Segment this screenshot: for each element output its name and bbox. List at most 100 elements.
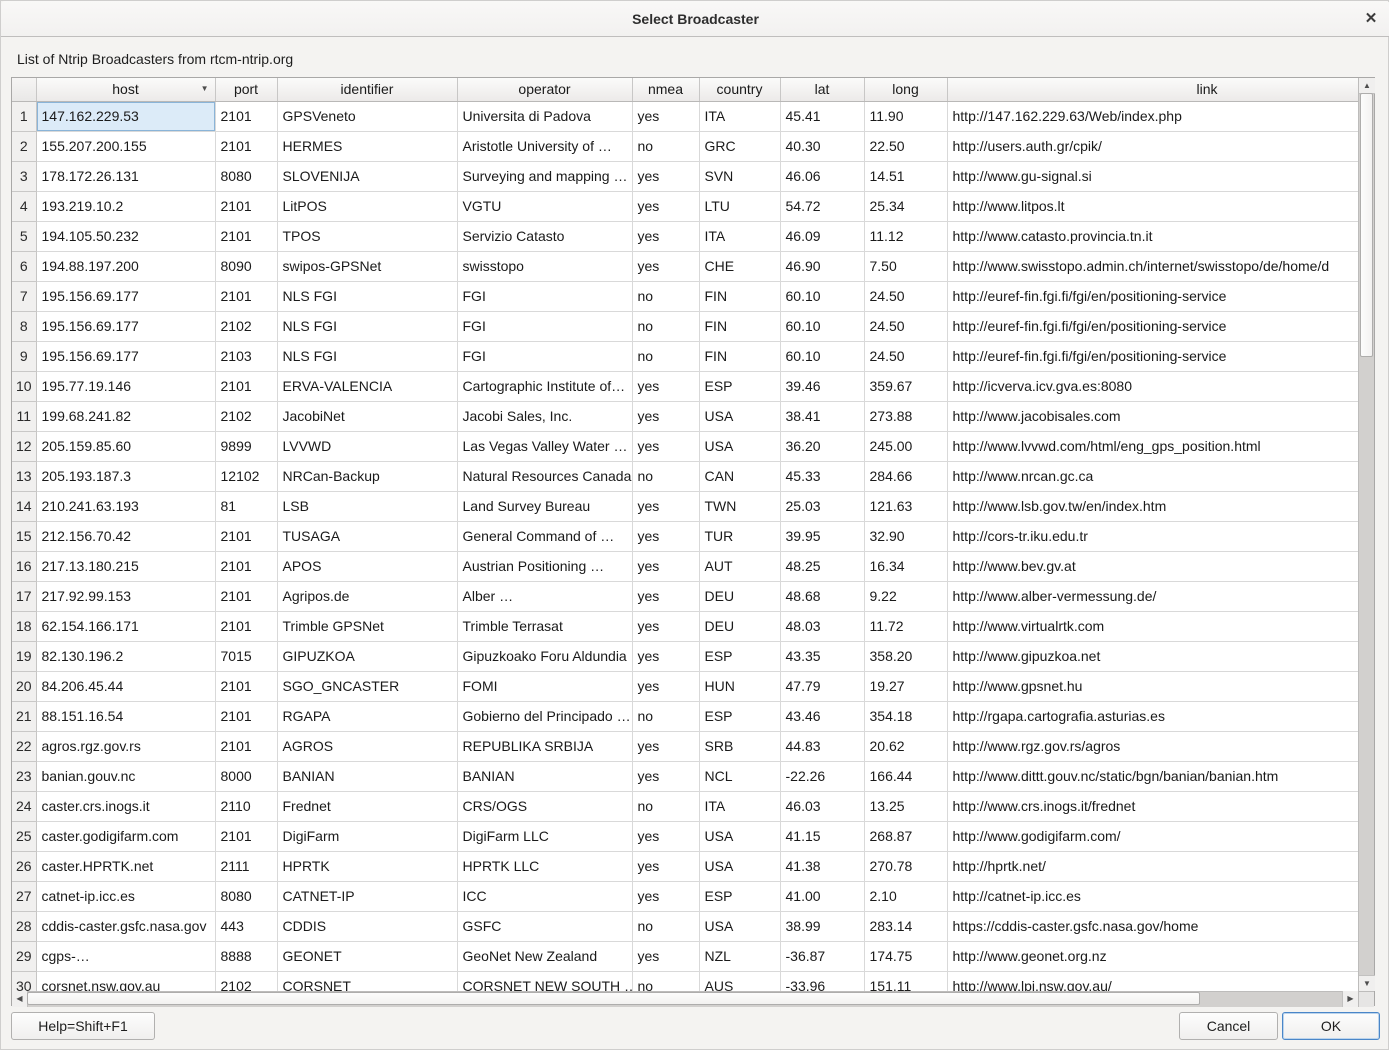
cell-long[interactable]: 358.20 bbox=[864, 641, 947, 671]
cell-host[interactable]: 194.105.50.232 bbox=[36, 221, 215, 251]
column-header-lat[interactable]: lat bbox=[780, 78, 864, 101]
cell-identifier[interactable]: DigiFarm bbox=[277, 821, 457, 851]
cell-lat[interactable]: 48.03 bbox=[780, 611, 864, 641]
cell-identifier[interactable]: CDDIS bbox=[277, 911, 457, 941]
cell-identifier[interactable]: LSB bbox=[277, 491, 457, 521]
row-number[interactable]: 2 bbox=[12, 131, 36, 161]
cell-identifier[interactable]: AGROS bbox=[277, 731, 457, 761]
cell-operator[interactable]: Aristotle University of … bbox=[457, 131, 632, 161]
column-header-link[interactable]: link bbox=[947, 78, 1358, 101]
cell-long[interactable]: 11.90 bbox=[864, 101, 947, 131]
cell-nmea[interactable]: yes bbox=[632, 821, 699, 851]
cell-long[interactable]: 24.50 bbox=[864, 281, 947, 311]
row-number[interactable]: 25 bbox=[12, 821, 36, 851]
cell-long[interactable]: 284.66 bbox=[864, 461, 947, 491]
cell-identifier[interactable]: Trimble GPSNet bbox=[277, 611, 457, 641]
cell-port[interactable]: 2111 bbox=[215, 851, 277, 881]
cell-host[interactable]: caster.HPRTK.net bbox=[36, 851, 215, 881]
cell-identifier[interactable]: LVVWD bbox=[277, 431, 457, 461]
cell-country[interactable]: USA bbox=[699, 851, 780, 881]
cell-nmea[interactable]: yes bbox=[632, 851, 699, 881]
cell-country[interactable]: USA bbox=[699, 911, 780, 941]
cell-operator[interactable]: BANIAN bbox=[457, 761, 632, 791]
row-number[interactable]: 14 bbox=[12, 491, 36, 521]
cell-operator[interactable]: Surveying and mapping … bbox=[457, 161, 632, 191]
cell-lat[interactable]: 43.46 bbox=[780, 701, 864, 731]
cell-long[interactable]: 273.88 bbox=[864, 401, 947, 431]
cell-country[interactable]: ITA bbox=[699, 221, 780, 251]
cell-port[interactable]: 443 bbox=[215, 911, 277, 941]
row-number[interactable]: 13 bbox=[12, 461, 36, 491]
row-number[interactable]: 19 bbox=[12, 641, 36, 671]
cell-country[interactable]: USA bbox=[699, 431, 780, 461]
cell-lat[interactable]: 38.99 bbox=[780, 911, 864, 941]
cell-lat[interactable]: 41.00 bbox=[780, 881, 864, 911]
cancel-button[interactable]: Cancel bbox=[1179, 1012, 1278, 1040]
column-header-identifier[interactable]: identifier bbox=[277, 78, 457, 101]
cell-lat[interactable]: 25.03 bbox=[780, 491, 864, 521]
cell-nmea[interactable]: yes bbox=[632, 881, 699, 911]
cell-nmea[interactable]: no bbox=[632, 911, 699, 941]
row-number[interactable]: 7 bbox=[12, 281, 36, 311]
row-number[interactable]: 1 bbox=[12, 101, 36, 131]
cell-operator[interactable]: FOMI bbox=[457, 671, 632, 701]
cell-link[interactable]: http://www.bev.gv.at bbox=[947, 551, 1358, 581]
row-number[interactable]: 21 bbox=[12, 701, 36, 731]
cell-link[interactable]: http://www.lvvwd.com/html/eng_gps_positi… bbox=[947, 431, 1358, 461]
cell-port[interactable]: 2101 bbox=[215, 731, 277, 761]
scroll-left-arrow-icon[interactable]: ◀ bbox=[12, 991, 28, 1007]
cell-long[interactable]: 16.34 bbox=[864, 551, 947, 581]
row-number[interactable]: 6 bbox=[12, 251, 36, 281]
row-number[interactable]: 10 bbox=[12, 371, 36, 401]
cell-nmea[interactable]: no bbox=[632, 281, 699, 311]
cell-port[interactable]: 2101 bbox=[215, 611, 277, 641]
cell-country[interactable]: TUR bbox=[699, 521, 780, 551]
cell-country[interactable]: LTU bbox=[699, 191, 780, 221]
cell-long[interactable]: 174.75 bbox=[864, 941, 947, 971]
cell-host[interactable]: 195.77.19.146 bbox=[36, 371, 215, 401]
cell-identifier[interactable]: BANIAN bbox=[277, 761, 457, 791]
cell-operator[interactable]: Trimble Terrasat bbox=[457, 611, 632, 641]
cell-long[interactable]: 2.10 bbox=[864, 881, 947, 911]
cell-port[interactable]: 2101 bbox=[215, 221, 277, 251]
cell-link[interactable]: http://rgapa.cartografia.asturias.es bbox=[947, 701, 1358, 731]
cell-lat[interactable]: 48.68 bbox=[780, 581, 864, 611]
cell-lat[interactable]: 60.10 bbox=[780, 311, 864, 341]
cell-nmea[interactable]: yes bbox=[632, 761, 699, 791]
cell-link[interactable]: http://www.lpi.nsw.gov.au/ bbox=[947, 971, 1358, 991]
row-number[interactable]: 22 bbox=[12, 731, 36, 761]
cell-operator[interactable]: Gipuzkoako Foru Aldundia bbox=[457, 641, 632, 671]
cell-nmea[interactable]: no bbox=[632, 701, 699, 731]
cell-nmea[interactable]: no bbox=[632, 341, 699, 371]
cell-link[interactable]: http://www.gu-signal.si bbox=[947, 161, 1358, 191]
cell-country[interactable]: ESP bbox=[699, 641, 780, 671]
cell-link[interactable]: http://www.gipuzkoa.net bbox=[947, 641, 1358, 671]
cell-long[interactable]: 13.25 bbox=[864, 791, 947, 821]
cell-country[interactable]: ESP bbox=[699, 371, 780, 401]
cell-nmea[interactable]: yes bbox=[632, 251, 699, 281]
row-number[interactable]: 23 bbox=[12, 761, 36, 791]
cell-country[interactable]: ESP bbox=[699, 701, 780, 731]
cell-identifier[interactable]: NRCan-Backup bbox=[277, 461, 457, 491]
row-number[interactable]: 28 bbox=[12, 911, 36, 941]
cell-lat[interactable]: 47.79 bbox=[780, 671, 864, 701]
column-header-country[interactable]: country bbox=[699, 78, 780, 101]
cell-port[interactable]: 81 bbox=[215, 491, 277, 521]
cell-port[interactable]: 2102 bbox=[215, 401, 277, 431]
cell-long[interactable]: 7.50 bbox=[864, 251, 947, 281]
cell-country[interactable]: HUN bbox=[699, 671, 780, 701]
row-number[interactable]: 30 bbox=[12, 971, 36, 991]
cell-long[interactable]: 121.63 bbox=[864, 491, 947, 521]
cell-port[interactable]: 2102 bbox=[215, 971, 277, 991]
cell-link[interactable]: http://www.virtualrtk.com bbox=[947, 611, 1358, 641]
cell-port[interactable]: 2101 bbox=[215, 551, 277, 581]
cell-link[interactable]: http://catnet-ip.icc.es bbox=[947, 881, 1358, 911]
cell-country[interactable]: GRC bbox=[699, 131, 780, 161]
cell-port[interactable]: 8080 bbox=[215, 881, 277, 911]
cell-long[interactable]: 283.14 bbox=[864, 911, 947, 941]
cell-long[interactable]: 24.50 bbox=[864, 311, 947, 341]
cell-lat[interactable]: 41.15 bbox=[780, 821, 864, 851]
cell-operator[interactable]: ICC bbox=[457, 881, 632, 911]
cell-identifier[interactable]: CATNET-IP bbox=[277, 881, 457, 911]
cell-identifier[interactable]: GPSVeneto bbox=[277, 101, 457, 131]
